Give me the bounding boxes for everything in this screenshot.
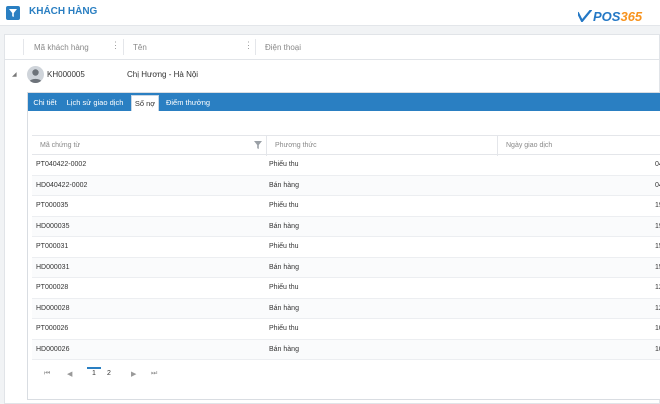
date-cell: 04 — [655, 181, 660, 189]
column-header-transaction-date[interactable]: Ngày giao dịch — [506, 142, 552, 149]
table-row[interactable]: HD040422-0002 Bán hàng 04 — [32, 175, 660, 196]
last-page-button[interactable]: ⏭ — [151, 370, 157, 378]
table-row[interactable]: HD000028 Bán hàng 12 — [32, 298, 660, 319]
user-silhouette-icon — [29, 69, 42, 83]
customer-detail-panel: Chi tiết Lịch sử giao dịch Sổ nợ Điểm th… — [27, 92, 660, 400]
filter-icon — [9, 9, 17, 17]
page-title: KHÁCH HÀNG — [29, 6, 98, 17]
detail-tab-bar: Chi tiết Lịch sử giao dịch Sổ nợ Điểm th… — [28, 93, 660, 111]
table-row[interactable]: PT000026 Phiếu thu 10 — [32, 319, 660, 340]
previous-page-button[interactable]: ◀ — [67, 370, 72, 378]
table-row[interactable]: PT000028 Phiếu thu 12 — [32, 278, 660, 299]
logo-number: 365 — [620, 8, 643, 24]
method-cell: Phiếu thu — [269, 161, 299, 168]
column-header-customer-code[interactable]: Mã khách hàng — [34, 43, 89, 52]
column-header-phone[interactable]: Điện thoại — [265, 43, 301, 52]
column-menu-icon[interactable]: ⋮ — [111, 41, 120, 50]
page-2-button[interactable]: 2 — [104, 370, 114, 377]
expand-caret-icon[interactable]: ◢ — [12, 71, 17, 78]
tab-reward-points[interactable]: Điểm thưởng — [162, 95, 214, 111]
table-row[interactable]: HD000035 Bán hàng 19 — [32, 216, 660, 237]
date-cell: 15 — [655, 263, 660, 271]
document-code-cell: PT000026 — [36, 325, 69, 332]
method-cell: Bán hàng — [269, 345, 299, 353]
customer-row[interactable]: ◢ KH000005 Chị Hương - Hà Nội — [5, 61, 660, 89]
date-cell: 10 — [655, 325, 660, 332]
date-cell: 19 — [655, 222, 660, 230]
date-cell: 10 — [655, 345, 660, 353]
top-bar: KHÁCH HÀNG POS 365 — [0, 0, 660, 26]
column-separator — [23, 39, 24, 55]
table-row[interactable]: PT000035 Phiếu thu 19 — [32, 196, 660, 217]
customer-code: KH000005 — [47, 70, 85, 79]
document-code-cell: HD000026 — [36, 345, 70, 353]
date-cell: 19 — [655, 202, 660, 209]
customer-name: Chị Hương - Hà Nội — [127, 70, 199, 79]
document-code-cell: PT000031 — [36, 243, 69, 250]
method-cell: Phiếu thu — [269, 243, 299, 250]
next-page-button[interactable]: ▶ — [131, 370, 136, 378]
tab-details[interactable]: Chi tiết — [30, 95, 60, 111]
method-cell: Phiếu thu — [269, 202, 299, 209]
column-filter-icon[interactable] — [254, 141, 262, 149]
document-code-cell: PT040422-0002 — [36, 161, 87, 168]
column-separator — [255, 39, 256, 55]
document-code-cell: HD040422-0002 — [36, 181, 88, 189]
document-code-cell: HD000031 — [36, 263, 70, 271]
date-cell: 15 — [655, 243, 660, 250]
filter-toggle-button[interactable] — [6, 6, 20, 20]
column-separator — [497, 136, 498, 156]
document-code-cell: PT000035 — [36, 202, 69, 209]
date-cell: 12 — [655, 284, 660, 291]
column-header-document-code[interactable]: Mã chứng từ — [40, 142, 80, 149]
tab-debt-book[interactable]: Sổ nợ — [131, 95, 159, 111]
brand-logo: POS 365 — [578, 8, 642, 24]
debt-table: Mã chứng từ Phương thức Ngày giao dịch P… — [32, 135, 660, 385]
method-cell: Bán hàng — [269, 222, 299, 230]
date-cell: 04 — [655, 161, 660, 168]
column-separator — [266, 136, 267, 156]
pagination: ⏮ ◀ 1 2 ▶ ⏭ — [32, 362, 660, 386]
debt-table-header: Mã chứng từ Phương thức Ngày giao dịch — [32, 135, 660, 156]
table-row[interactable]: HD000026 Bán hàng 10 — [32, 339, 660, 360]
avatar — [27, 66, 44, 83]
method-cell: Bán hàng — [269, 181, 299, 189]
method-cell: Phiếu thu — [269, 325, 299, 332]
tab-transaction-history[interactable]: Lịch sử giao dịch — [62, 95, 128, 111]
column-menu-icon[interactable]: ⋮ — [244, 41, 253, 50]
document-code-cell: HD000028 — [36, 304, 70, 312]
column-header-method[interactable]: Phương thức — [275, 142, 317, 149]
first-page-button[interactable]: ⏮ — [44, 370, 50, 378]
customer-grid: Mã khách hàng ⋮ Tên ⋮ Điện thoại ◢ KH000… — [4, 34, 660, 404]
column-header-name[interactable]: Tên — [133, 43, 147, 52]
method-cell: Phiếu thu — [269, 284, 299, 291]
logo-swoosh-icon — [578, 10, 592, 22]
page-1-button[interactable]: 1 — [87, 367, 101, 377]
table-row[interactable]: PT040422-0002 Phiếu thu 04 — [32, 155, 660, 176]
document-code-cell: HD000035 — [36, 222, 70, 230]
column-separator — [123, 39, 124, 55]
method-cell: Bán hàng — [269, 304, 299, 312]
date-cell: 12 — [655, 304, 660, 312]
table-row[interactable]: PT000031 Phiếu thu 15 — [32, 237, 660, 258]
customer-grid-header: Mã khách hàng ⋮ Tên ⋮ Điện thoại — [5, 35, 660, 60]
logo-text: POS — [593, 8, 621, 24]
document-code-cell: PT000028 — [36, 284, 69, 291]
table-row[interactable]: HD000031 Bán hàng 15 — [32, 257, 660, 278]
method-cell: Bán hàng — [269, 263, 299, 271]
